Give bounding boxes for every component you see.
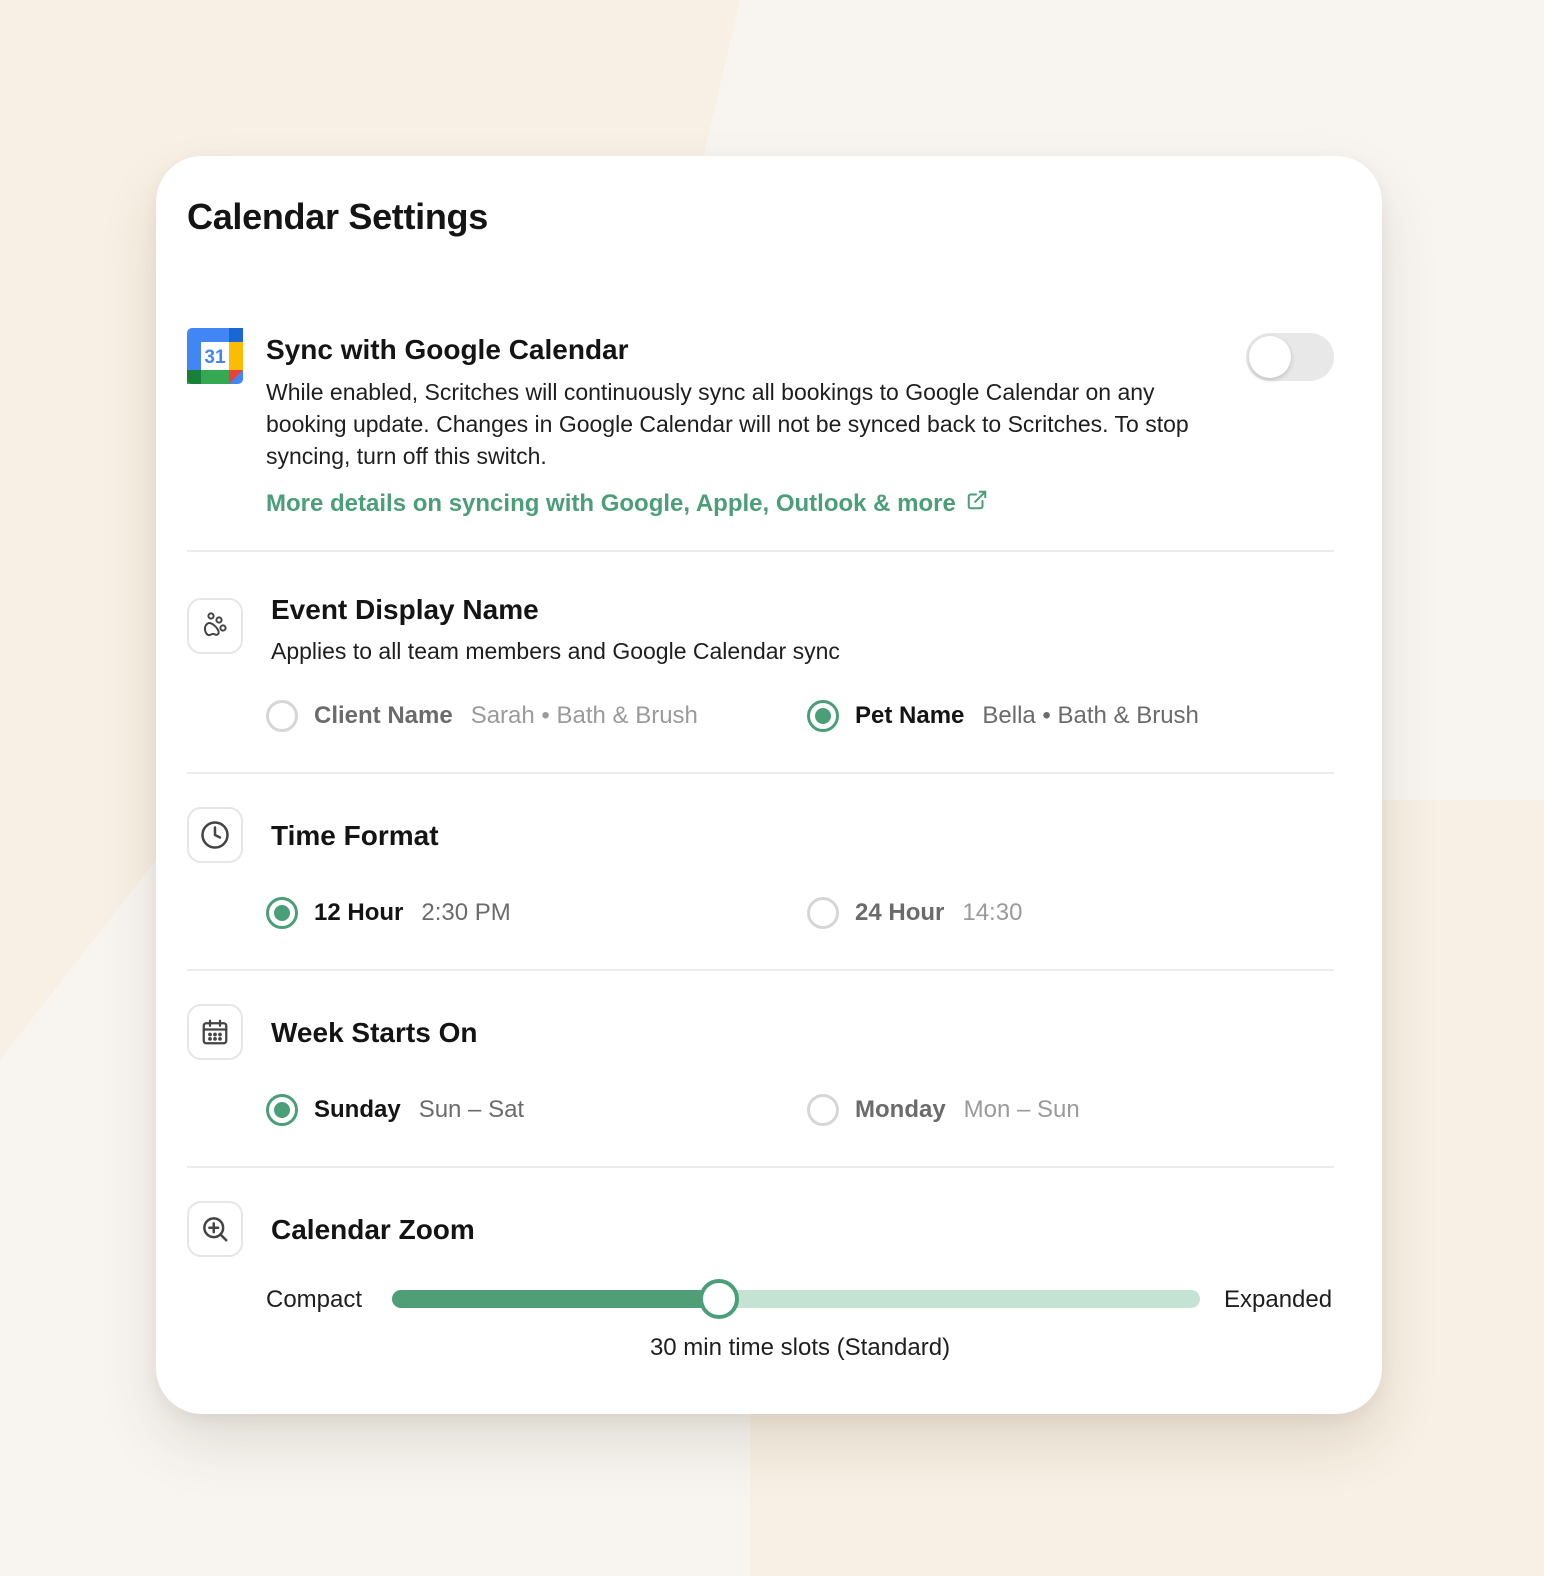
radio-button-selected — [266, 897, 298, 929]
paw-icon — [187, 598, 243, 654]
radio-option-12-hour[interactable]: 12 Hour 2:30 PM — [266, 897, 511, 929]
option-example: Sun – Sat — [418, 1096, 525, 1123]
radio-option-monday[interactable]: Monday Mon – Sun — [807, 1094, 1080, 1126]
option-example: Mon – Sun — [963, 1096, 1080, 1123]
toggle-knob — [1249, 336, 1291, 378]
zoom-slider[interactable] — [392, 1279, 1200, 1319]
radio-button — [807, 897, 839, 929]
option-example: Bella • Bath & Brush — [982, 702, 1199, 729]
zoom-caption: 30 min time slots (Standard) — [649, 1334, 951, 1361]
zoom-max-label: Expanded — [1224, 1286, 1333, 1313]
radio-button-selected — [266, 1094, 298, 1126]
radio-option-sunday[interactable]: Sunday Sun – Sat — [266, 1094, 524, 1126]
calendar-icon — [187, 1004, 243, 1060]
divider — [187, 969, 1334, 971]
sync-title: Sync with Google Calendar — [266, 334, 629, 365]
zoom-slider-thumb[interactable] — [699, 1279, 740, 1319]
calendar-settings-card: Calendar Settings 31 Sync with Google Ca… — [156, 156, 1382, 1414]
divider — [187, 550, 1334, 552]
time-format-title: Time Format — [271, 820, 439, 851]
sync-details-link-label: More details on syncing with Google, App… — [266, 489, 956, 517]
radio-button-selected — [807, 700, 839, 732]
radio-option-client-name[interactable]: Client Name Sarah • Bath & Brush — [266, 700, 698, 732]
divider — [187, 1166, 1334, 1168]
page-title: Calendar Settings — [187, 196, 488, 237]
calendar-day-number: 31 — [204, 347, 226, 368]
divider — [187, 772, 1334, 774]
external-link-icon — [966, 489, 988, 518]
event-display-subtitle: Applies to all team members and Google C… — [271, 638, 840, 664]
calendar-zoom-title: Calendar Zoom — [271, 1214, 475, 1245]
zoom-slider-fill — [392, 1290, 720, 1308]
radio-button — [266, 700, 298, 732]
google-calendar-icon: 31 — [187, 328, 243, 384]
option-example: 2:30 PM — [421, 899, 511, 926]
option-label: Pet Name — [855, 702, 965, 729]
sync-details-link[interactable]: More details on syncing with Google, App… — [266, 489, 988, 518]
zoom-in-icon — [187, 1201, 243, 1257]
zoom-min-label: Compact — [266, 1286, 363, 1313]
google-sync-toggle[interactable] — [1246, 333, 1334, 381]
option-label: Client Name — [314, 702, 453, 729]
sync-description: While enabled, Scritches will continuous… — [266, 379, 1189, 469]
week-starts-title: Week Starts On — [271, 1017, 478, 1048]
option-label: 12 Hour — [314, 899, 404, 926]
option-label: 24 Hour — [855, 899, 945, 926]
event-display-title: Event Display Name — [271, 594, 539, 625]
option-label: Monday — [855, 1096, 946, 1123]
radio-button — [807, 1094, 839, 1126]
option-label: Sunday — [314, 1096, 401, 1123]
clock-icon — [187, 807, 243, 863]
option-example: Sarah • Bath & Brush — [470, 702, 698, 729]
radio-option-24-hour[interactable]: 24 Hour 14:30 — [807, 897, 1022, 929]
option-example: 14:30 — [962, 899, 1023, 926]
radio-option-pet-name[interactable]: Pet Name Bella • Bath & Brush — [807, 700, 1199, 732]
